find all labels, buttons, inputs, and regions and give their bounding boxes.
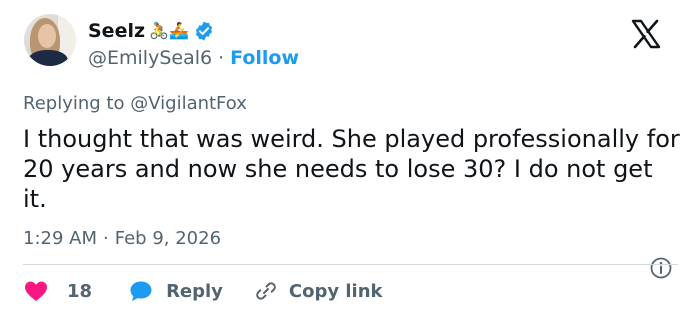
avatar-shirt xyxy=(28,50,68,66)
tweet-time[interactable]: 1:29 AM xyxy=(23,228,97,249)
author-emojis: 🚴🚣 xyxy=(149,21,189,40)
heart-icon xyxy=(25,281,47,301)
author-name[interactable]: Seelz xyxy=(88,20,145,42)
reply-context-mention[interactable]: @VigilantFox xyxy=(130,93,247,114)
avatar-face xyxy=(38,24,56,48)
like-button[interactable]: 18 xyxy=(23,279,92,303)
tweet-date[interactable]: Feb 9, 2026 xyxy=(115,228,221,249)
author-name-row: Seelz 🚴🚣 xyxy=(88,19,215,43)
separator-dot: · xyxy=(103,228,109,249)
avatar[interactable] xyxy=(24,14,76,66)
tweet-text: I thought that was weird. She played pro… xyxy=(23,125,680,213)
info-icon[interactable] xyxy=(649,256,673,280)
author-handle[interactable]: @EmilySeal6 xyxy=(88,47,212,69)
reply-context-prefix: Replying to xyxy=(23,93,125,114)
tweet-timestamp[interactable]: 1:29 AM · Feb 9, 2026 xyxy=(23,228,221,249)
action-bar: 18 Reply Copy link xyxy=(23,277,383,305)
divider xyxy=(23,264,678,265)
copy-link-button[interactable]: Copy link xyxy=(253,278,383,304)
link-icon xyxy=(256,282,276,300)
x-logo-icon[interactable] xyxy=(630,18,662,50)
reply-label: Reply xyxy=(166,280,223,302)
separator-dot: · xyxy=(218,47,225,69)
follow-button[interactable]: Follow xyxy=(230,47,299,69)
author-handle-row: @EmilySeal6 · Follow xyxy=(88,47,299,69)
like-count: 18 xyxy=(67,280,93,302)
copy-link-label: Copy link xyxy=(288,280,383,302)
verified-badge-icon[interactable] xyxy=(193,20,215,42)
chat-bubble-icon xyxy=(130,281,152,301)
reply-context: Replying to @VigilantFox xyxy=(23,93,247,114)
reply-button[interactable]: Reply xyxy=(128,279,223,303)
